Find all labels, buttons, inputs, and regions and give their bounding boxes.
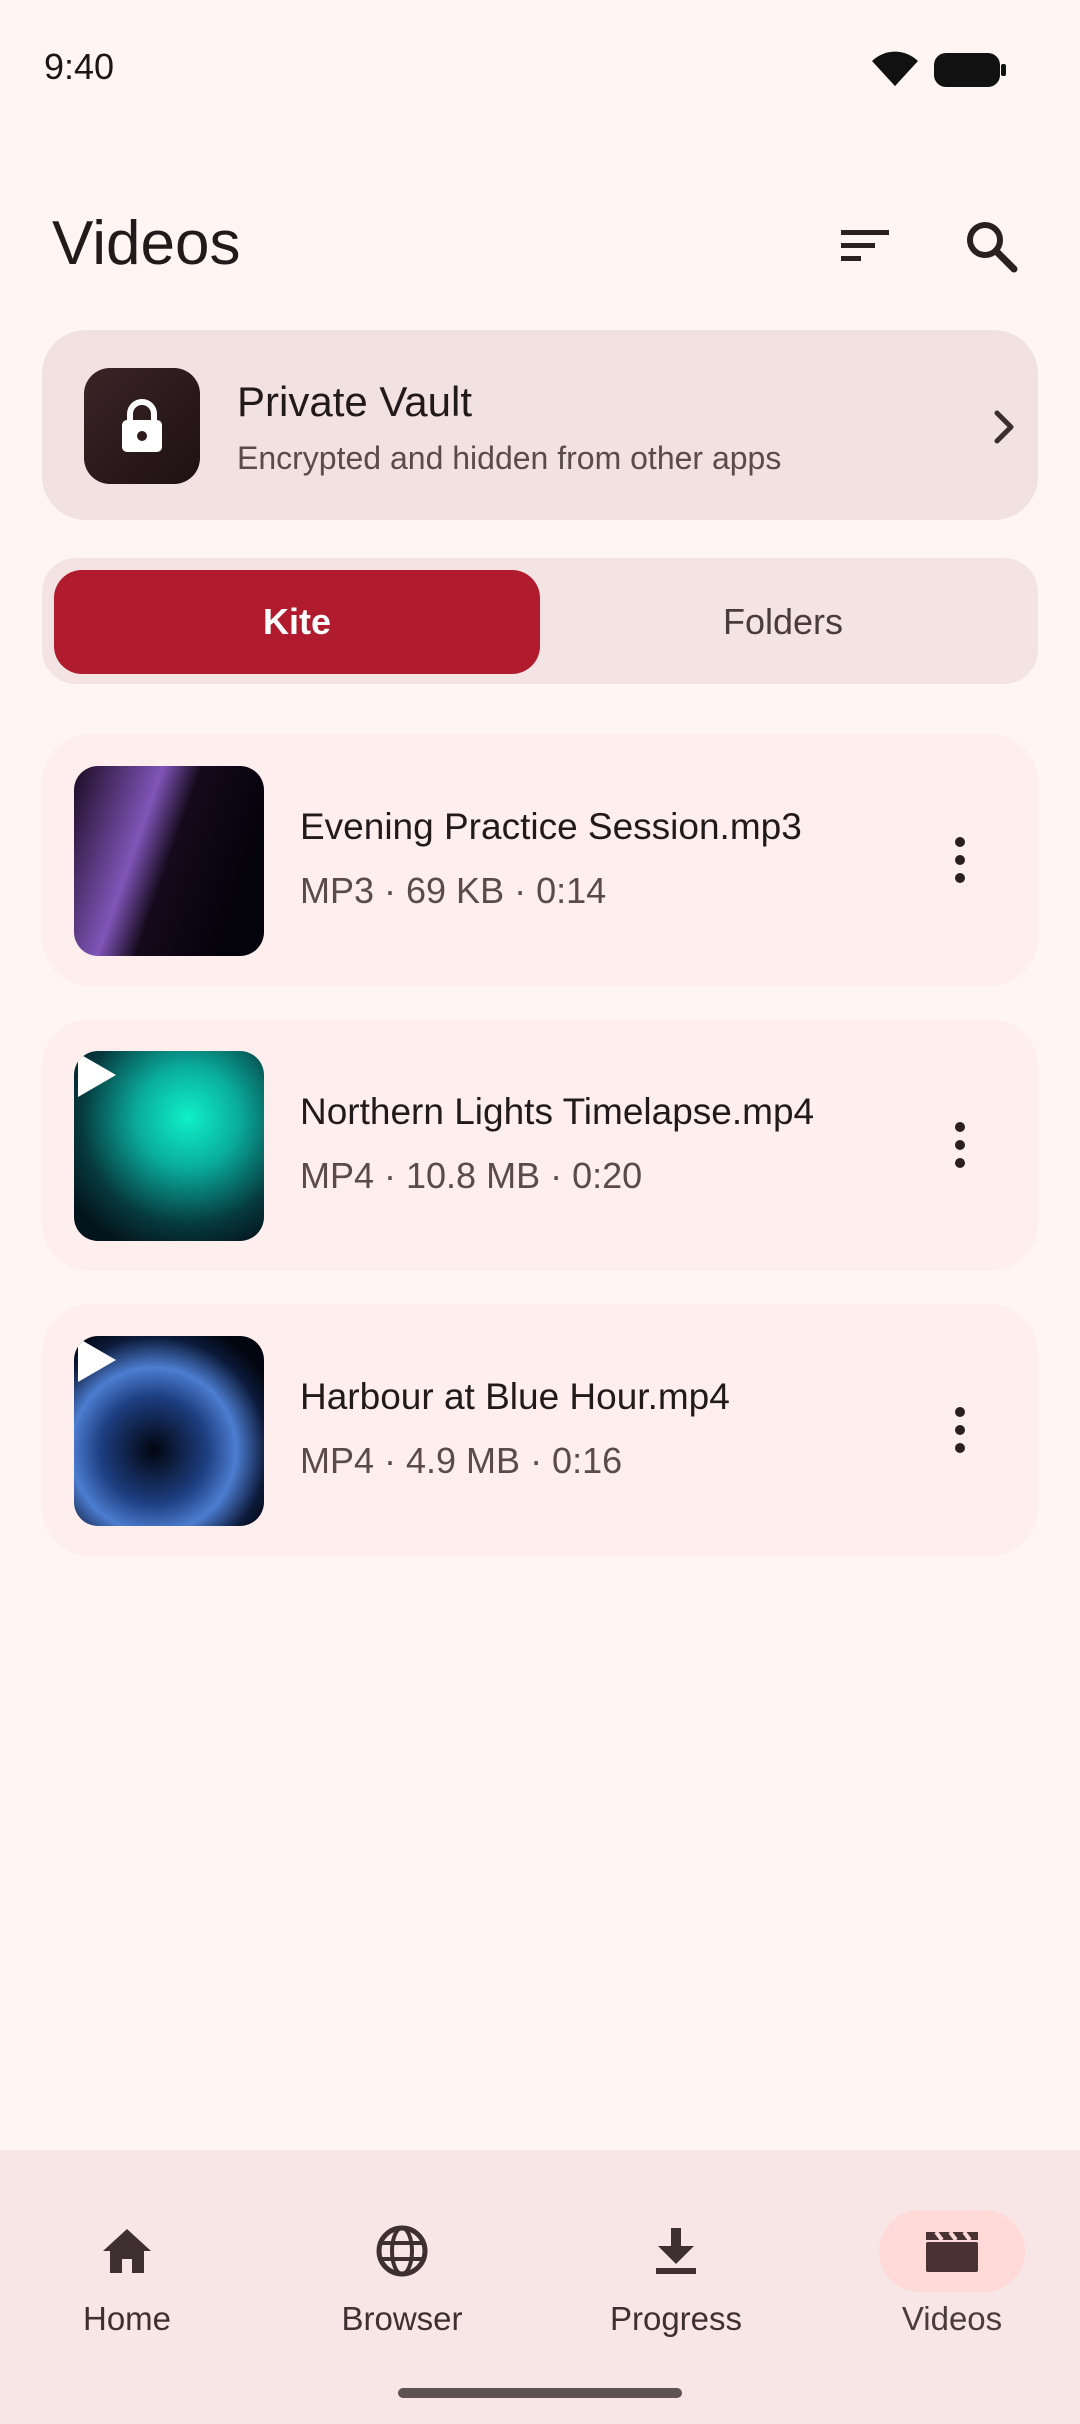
private-vault-card[interactable]: Private Vault Encrypted and hidden from … <box>42 330 1038 520</box>
media-meta: MP4 · 10.8 MB · 0:20 <box>300 1155 643 1196</box>
nav-pill <box>54 2210 200 2292</box>
play-icon <box>78 1053 116 1097</box>
media-thumbnail <box>74 1051 264 1241</box>
download-icon <box>656 2228 696 2274</box>
media-name: Northern Lights Timelapse.mp4 <box>300 1091 815 1132</box>
search-button[interactable] <box>947 202 1035 290</box>
nav-label: Home <box>82 2300 172 2337</box>
wifi-icon <box>872 51 918 86</box>
more-options-button[interactable] <box>928 1394 992 1466</box>
search-icon <box>967 222 1018 273</box>
more-options-button[interactable] <box>928 824 992 896</box>
vault-subtitle: Encrypted and hidden from other apps <box>237 440 782 476</box>
tab-folders[interactable]: Folders <box>540 570 1026 674</box>
nav-pill <box>329 2210 475 2292</box>
media-meta: MP3 · 69 KB · 0:14 <box>300 870 607 911</box>
more-vertical-icon <box>955 1407 965 1453</box>
sort-icon <box>841 230 889 261</box>
nav-pill <box>603 2210 749 2292</box>
nav-progress[interactable]: Progress <box>557 2178 757 2337</box>
media-name: Harbour at Blue Hour.mp4 <box>300 1376 730 1417</box>
tab-kite[interactable]: Kite <box>54 570 540 674</box>
battery-icon <box>934 53 1006 87</box>
play-icon <box>78 1338 116 1382</box>
lock-icon <box>122 399 162 452</box>
home-indicator[interactable] <box>398 2388 682 2398</box>
vault-title: Private Vault <box>237 378 472 425</box>
nav-label: Browser <box>341 2300 463 2337</box>
nav-videos[interactable]: Videos <box>833 2178 1033 2337</box>
chevron-right-icon <box>994 410 1014 444</box>
nav-browser[interactable]: Browser <box>283 2178 483 2337</box>
media-name: Evening Practice Session.mp3 <box>300 806 802 847</box>
nav-label: Videos <box>901 2300 1003 2337</box>
media-thumbnail <box>74 1336 264 1526</box>
media-item[interactable]: Harbour at Blue Hour.mp4 MP4 · 4.9 MB · … <box>42 1304 1038 1556</box>
status-bar: 9:40 <box>0 0 1080 140</box>
clapperboard-icon <box>926 2230 978 2272</box>
more-vertical-icon <box>955 837 965 883</box>
nav-pill-active <box>879 2210 1025 2292</box>
media-item[interactable]: Evening Practice Session.mp3 MP3 · 69 KB… <box>42 734 1038 986</box>
nav-home[interactable]: Home <box>8 2178 208 2337</box>
media-item[interactable]: Northern Lights Timelapse.mp4 MP4 · 10.8… <box>42 1019 1038 1271</box>
vault-icon-box <box>84 368 200 484</box>
globe-icon <box>376 2225 428 2277</box>
status-time: 9:40 <box>44 46 115 87</box>
videos-screen: 9:40 Videos Private Vault Encrypted and … <box>0 0 1080 2424</box>
more-options-button[interactable] <box>928 1109 992 1181</box>
more-vertical-icon <box>955 1122 965 1168</box>
sort-button[interactable] <box>821 202 909 290</box>
home-icon <box>103 2229 151 2273</box>
bottom-navigation: Home Browser Progress Videos <box>0 2150 1080 2424</box>
nav-label: Progress <box>609 2300 743 2337</box>
view-tabs: Kite Folders <box>42 558 1038 684</box>
media-thumbnail <box>74 766 264 956</box>
media-meta: MP4 · 4.9 MB · 0:16 <box>300 1440 623 1481</box>
page-title: Videos <box>52 209 241 278</box>
